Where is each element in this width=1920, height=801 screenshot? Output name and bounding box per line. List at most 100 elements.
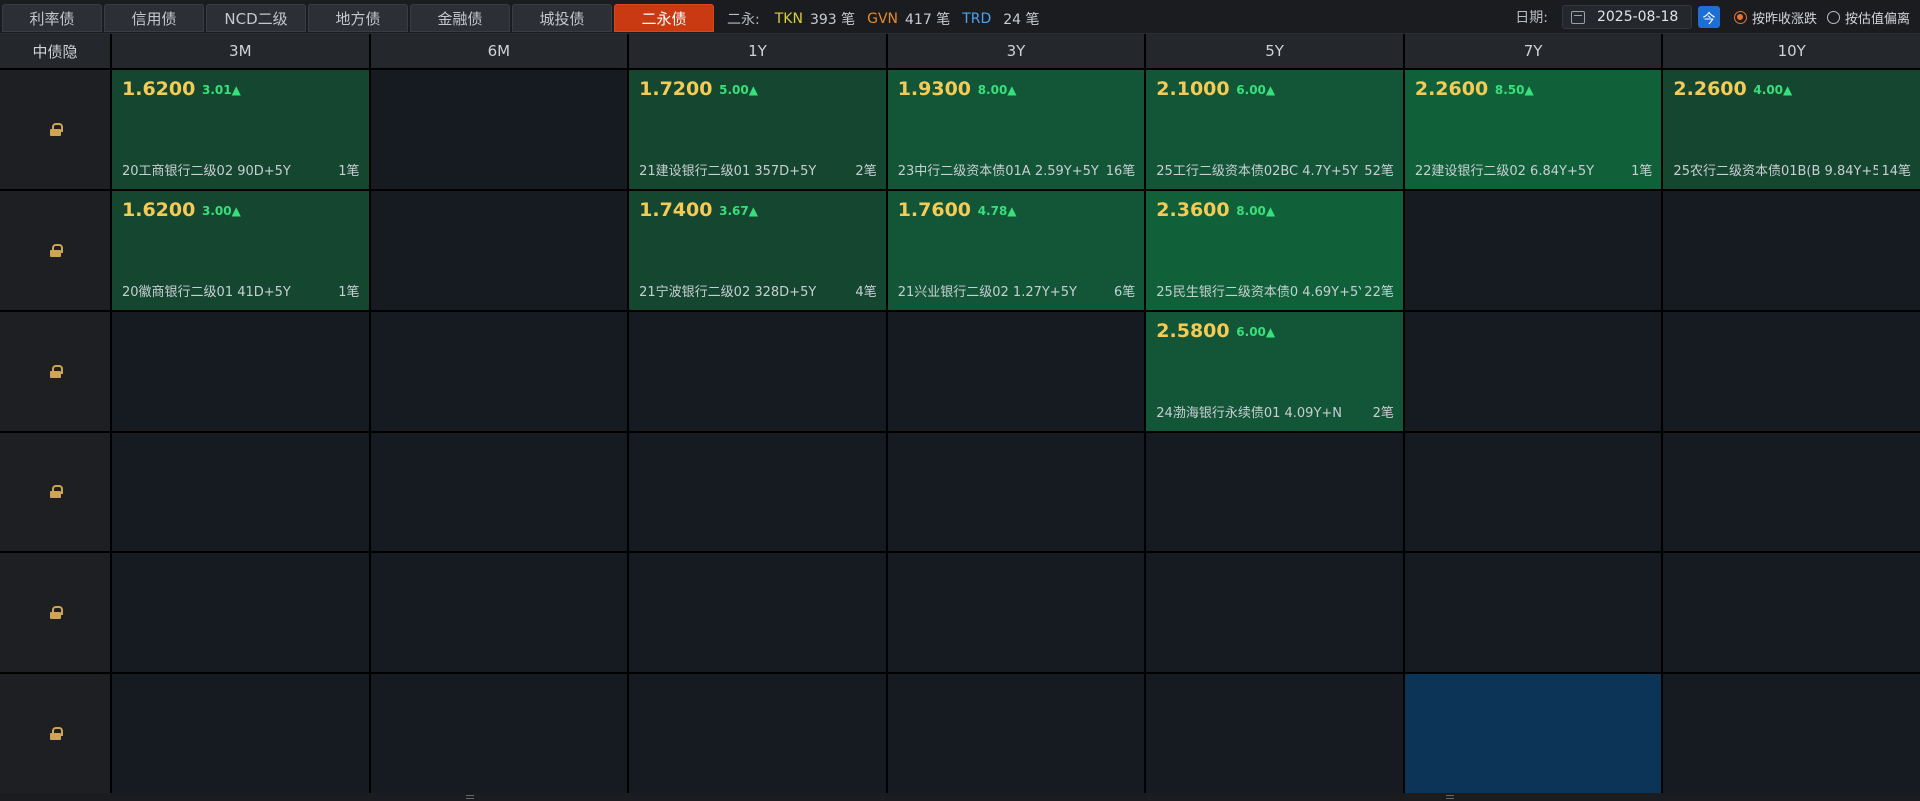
- calendar-icon[interactable]: [1570, 10, 1585, 24]
- empty-cell[interactable]: [629, 432, 886, 552]
- empty-cell[interactable]: [370, 190, 628, 310]
- empty-cell[interactable]: [370, 311, 628, 431]
- radio-checked-icon: [1733, 10, 1747, 24]
- bottom-scrollbar[interactable]: [0, 793, 1920, 801]
- quote-change: 3.67▲: [719, 203, 758, 218]
- empty-cell[interactable]: [1404, 553, 1662, 673]
- empty-cell[interactable]: [112, 311, 369, 431]
- quote-cell[interactable]: 1.6200 3.01▲ 20工商银行二级02 90D+5Y 1笔: [112, 70, 369, 189]
- row-lock-cell[interactable]: [0, 311, 110, 431]
- bond-name: 24渤海银行永续债01 4.09Y+N: [1156, 405, 1343, 421]
- gvn-count: 417 笔: [905, 12, 951, 28]
- empty-cell[interactable]: [1146, 432, 1403, 552]
- quote-cell[interactable]: 2.2600 4.00▲ 25农行二级资本债01B(B 9.84Y+5Y 14笔: [1663, 70, 1920, 189]
- trade-count: 14笔: [1881, 163, 1911, 179]
- quote-cell[interactable]: 2.1000 6.00▲ 25工行二级资本债02BC 4.7Y+5Y 52笔: [1146, 70, 1403, 189]
- empty-cell[interactable]: [629, 674, 886, 793]
- trade-count: 16笔: [1105, 163, 1136, 179]
- empty-cell[interactable]: [1663, 432, 1920, 552]
- tab-rate-bond[interactable]: 利率债: [2, 4, 102, 32]
- quote-change: 6.00▲: [1236, 324, 1276, 339]
- empty-cell[interactable]: [1663, 553, 1920, 673]
- quote-cell[interactable]: 2.2600 8.50▲ 22建设银行二级02 6.84Y+5Y 1笔: [1404, 70, 1662, 189]
- lock-icon[interactable]: [49, 485, 63, 499]
- empty-cell[interactable]: [370, 553, 628, 673]
- empty-cell[interactable]: [370, 432, 628, 552]
- column-header-5y[interactable]: 5Y: [1146, 34, 1403, 68]
- quote-cell[interactable]: 1.7200 5.00▲ 21建设银行二级01 357D+5Y 2笔: [629, 70, 886, 189]
- lock-icon[interactable]: [49, 606, 63, 620]
- tab-urban-investment-bond[interactable]: 城投债: [512, 4, 612, 32]
- empty-cell[interactable]: [1663, 311, 1920, 431]
- empty-cell[interactable]: [1404, 190, 1662, 310]
- lock-icon[interactable]: [49, 122, 63, 136]
- quote-change: 4.00▲: [1753, 83, 1793, 97]
- quote-price: 1.6200: [122, 198, 196, 221]
- radio-valuation-deviation[interactable]: 按估值偏离: [1826, 8, 1910, 27]
- empty-cell[interactable]: [1663, 190, 1920, 310]
- empty-cell[interactable]: [887, 311, 1145, 431]
- empty-cell[interactable]: [1404, 674, 1662, 793]
- corner-header[interactable]: 中债隐: [0, 34, 110, 68]
- empty-cell[interactable]: [1404, 311, 1662, 431]
- tab-credit-bond[interactable]: 信用债: [104, 4, 204, 32]
- empty-cell[interactable]: [887, 553, 1145, 673]
- bond-name: 21建设银行二级01 357D+5Y: [639, 163, 817, 179]
- empty-cell[interactable]: [370, 674, 628, 793]
- tab-tier2-perpetual-bond[interactable]: 二永债: [614, 4, 714, 32]
- row-lock-cell[interactable]: [0, 432, 110, 552]
- column-header-7y[interactable]: 7Y: [1404, 34, 1662, 68]
- empty-cell[interactable]: [1663, 674, 1920, 793]
- tab-financial-bond[interactable]: 金融债: [410, 4, 510, 32]
- row-lock-cell[interactable]: [0, 553, 110, 673]
- empty-cell[interactable]: [629, 553, 886, 673]
- empty-cell[interactable]: [1146, 553, 1403, 673]
- bond-matrix: 中债隐 3M 6M 1Y 3Y 5Y 7Y 10Y 1.6200 3.01▲ 20工商银行二级02 …: [0, 34, 1920, 793]
- date-picker[interactable]: 2025-08-18: [1561, 5, 1692, 29]
- top-bar: 利率债 信用债 NCD二级 地方债 金融债 城投债 二永债 二永: TKN 39…: [0, 0, 1920, 34]
- lock-icon[interactable]: [49, 243, 63, 257]
- resize-handle[interactable]: [1446, 795, 1454, 799]
- column-header-10y[interactable]: 10Y: [1663, 34, 1920, 68]
- today-button[interactable]: 今: [1697, 6, 1720, 28]
- stats-label: 二永:: [727, 12, 760, 28]
- empty-cell[interactable]: [1146, 674, 1403, 793]
- column-header-1y[interactable]: 1Y: [629, 34, 886, 68]
- resize-handle[interactable]: [466, 795, 474, 799]
- quote-cell[interactable]: 2.5800 6.00▲ 24渤海银行永续债01 4.09Y+N 2笔: [1146, 311, 1403, 431]
- tab-local-gov-bond[interactable]: 地方债: [308, 4, 408, 32]
- lock-icon[interactable]: [49, 364, 63, 378]
- empty-cell[interactable]: [112, 674, 369, 793]
- quote-price: 2.2600: [1414, 78, 1489, 100]
- empty-cell[interactable]: [887, 674, 1145, 793]
- quote-change: 8.00▲: [977, 83, 1017, 97]
- trade-count: 1笔: [338, 163, 360, 179]
- quote-price: 1.6200: [122, 78, 196, 100]
- tab-ncd-secondary[interactable]: NCD二级: [206, 4, 306, 32]
- quote-cell[interactable]: 1.9300 8.00▲ 23中行二级资本债01A 2.59Y+5Y 16笔: [887, 70, 1145, 189]
- quote-price: 2.2600: [1673, 78, 1747, 100]
- empty-cell[interactable]: [370, 70, 628, 189]
- quote-change: 5.00▲: [719, 83, 758, 97]
- quote-cell[interactable]: 1.6200 3.00▲ 20徽商银行二级01 41D+5Y 1笔: [112, 190, 369, 310]
- quote-cell[interactable]: 1.7400 3.67▲ 21宁波银行二级02 328D+5Y 4笔: [629, 190, 886, 310]
- row-lock-cell[interactable]: [0, 70, 110, 189]
- column-header-3y[interactable]: 3Y: [887, 34, 1145, 68]
- column-header-6m[interactable]: 6M: [370, 34, 628, 68]
- quote-cell[interactable]: 1.7600 4.78▲ 21兴业银行二级02 1.27Y+5Y 6笔: [887, 190, 1145, 310]
- row-lock-cell[interactable]: [0, 674, 110, 793]
- row-lock-cell[interactable]: [0, 190, 110, 310]
- empty-cell[interactable]: [112, 553, 369, 673]
- empty-cell[interactable]: [1404, 432, 1662, 552]
- lock-icon[interactable]: [49, 727, 63, 741]
- quote-cell[interactable]: 2.3600 8.00▲ 25民生银行二级资本债0 4.69Y+5Y 22笔: [1146, 190, 1403, 310]
- empty-cell[interactable]: [887, 432, 1145, 552]
- empty-cell[interactable]: [629, 311, 886, 431]
- column-header-3m[interactable]: 3M: [112, 34, 369, 68]
- radio-prev-close-change[interactable]: 按昨收涨跌: [1733, 8, 1817, 27]
- trade-stats: 二永: TKN 393 笔 GVN 417 笔 TRD 24 笔: [727, 9, 1052, 29]
- trade-count: 2笔: [1372, 405, 1394, 421]
- tkn-count: 393 笔: [809, 12, 856, 28]
- empty-cell[interactable]: [112, 432, 369, 552]
- quote-change: 8.00▲: [1236, 203, 1276, 218]
